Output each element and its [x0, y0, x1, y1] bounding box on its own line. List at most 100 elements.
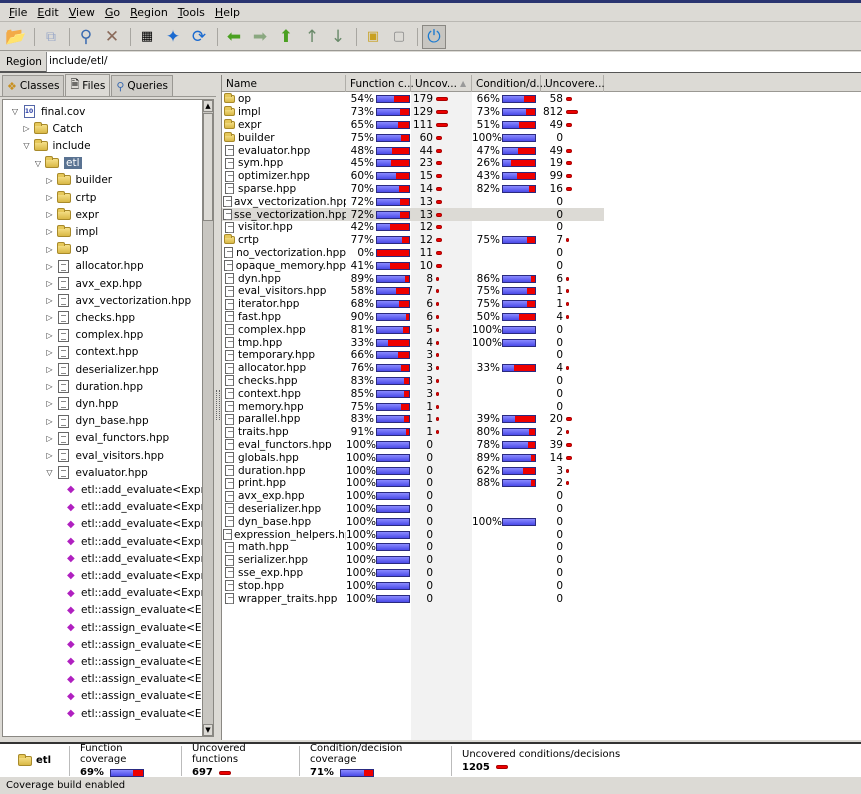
collapsed-arrow-icon[interactable]: ▷	[44, 227, 56, 236]
file-tree[interactable]: ▽ 10 final.cov ▷ Catch ▽ include ▽ etl ▷ builder ▷ c…	[2, 99, 214, 737]
collapsed-arrow-icon[interactable]: ▷	[44, 245, 56, 254]
collapsed-arrow-icon[interactable]: ▷	[44, 451, 56, 460]
tree-item[interactable]: ◆ etl::assign_evaluate<Exp	[55, 602, 213, 619]
column-header-uncovered-functions[interactable]: Uncov... ▲	[411, 75, 472, 92]
tree-item[interactable]: ▽ include	[21, 137, 91, 154]
tree-item[interactable]: ▷ duration.hpp	[44, 378, 143, 395]
table-row[interactable]: visitor.hpp 42% 12 0	[222, 221, 604, 234]
table-row[interactable]: expr 65% 111 51% 49	[222, 118, 604, 132]
table-row[interactable]: print.hpp 100% 0 88% 2	[222, 477, 604, 490]
region-input[interactable]: include/etl/	[45, 51, 861, 72]
tree-item[interactable]: ▽ evaluator.hpp	[44, 464, 148, 481]
table-row[interactable]: globals.hpp 100% 0 89% 14	[222, 451, 604, 464]
column-header-function-coverage[interactable]: Function c...	[346, 75, 414, 92]
table-row[interactable]: sparse.hpp 70% 14 82% 16	[222, 183, 604, 196]
expanded-arrow-icon[interactable]: ▽	[21, 141, 33, 150]
tab-files[interactable]: 🗎 Files	[65, 74, 111, 96]
scroll-down-arrow[interactable]: ▼	[203, 724, 213, 736]
menu-view[interactable]: View	[64, 6, 100, 19]
table-row[interactable]: context.hpp 85% 3 0	[222, 387, 604, 400]
tree-item[interactable]: ◆ etl::assign_evaluate<Exp	[55, 705, 213, 722]
tree-item[interactable]: ◆ etl::assign_evaluate<Exp	[55, 619, 213, 636]
menu-edit[interactable]: Edit	[32, 6, 63, 19]
table-row[interactable]: sym.hpp 45% 23 26% 19	[222, 157, 604, 170]
table-row[interactable]: wrapper_traits.hpp 100% 0 0	[222, 592, 604, 605]
coverage-power-icon[interactable]: ⏻	[422, 24, 446, 49]
table-row[interactable]: dyn_base.hpp 100% 0 100% 0	[222, 515, 604, 528]
table-row[interactable]: deserializer.hpp 100% 0 0	[222, 503, 604, 516]
menu-tools[interactable]: Tools	[173, 6, 210, 19]
scroll-thumb[interactable]	[203, 113, 213, 221]
tree-item[interactable]: ◆ etl::assign_evaluate<Exp	[55, 653, 213, 670]
refresh-icon[interactable]: ⟳	[187, 25, 211, 49]
table-row[interactable]: op 54% 179 66% 58	[222, 93, 604, 106]
copy-icon[interactable]: ⧉	[39, 25, 63, 49]
table-row[interactable]: eval_functors.hpp 100% 0 78% 39	[222, 439, 604, 452]
collapsed-arrow-icon[interactable]: ▷	[44, 296, 56, 305]
tree-item[interactable]: ▷ impl	[44, 223, 98, 240]
collapsed-arrow-icon[interactable]: ▷	[44, 313, 56, 322]
column-header-uncovered-conditions[interactable]: Uncovere...	[541, 75, 605, 92]
expanded-arrow-icon[interactable]: ▽	[32, 159, 44, 168]
back-icon[interactable]: ⬅	[222, 25, 246, 49]
find-icon[interactable]: ⚲	[74, 25, 98, 49]
tab-queries[interactable]: ⚲ Queries	[111, 75, 173, 96]
collapsed-arrow-icon[interactable]: ▷	[44, 279, 56, 288]
table-row[interactable]: parallel.hpp 83% 1 39% 20	[222, 413, 604, 426]
region-exclude-icon[interactable]: ▢	[387, 25, 411, 49]
tree-item[interactable]: ▷ allocator.hpp	[44, 258, 144, 275]
previous-uncovered-icon[interactable]: ↑	[300, 25, 324, 49]
table-row[interactable]: iterator.hpp 68% 6 75% 1	[222, 298, 604, 311]
collapsed-arrow-icon[interactable]: ▷	[44, 348, 56, 357]
open-icon[interactable]: 📂	[4, 25, 28, 49]
collapsed-arrow-icon[interactable]: ▷	[44, 434, 56, 443]
tree-item[interactable]: ▷ eval_visitors.hpp	[44, 447, 164, 464]
table-row[interactable]: duration.hpp 100% 0 62% 3	[222, 464, 604, 477]
tree-item[interactable]: ▷ context.hpp	[44, 344, 138, 361]
tree-item[interactable]: ▷ complex.hpp	[44, 327, 143, 344]
table-row[interactable]: avx_exp.hpp 100% 0 0	[222, 490, 604, 503]
column-header-name[interactable]: Name	[222, 75, 346, 92]
table-row[interactable]: fast.hpp 90% 6 50% 4	[222, 311, 604, 324]
table-row[interactable]: sse_exp.hpp 100% 0 0	[222, 567, 604, 580]
column-header-condition-coverage[interactable]: Condition/d...	[472, 75, 546, 92]
up-icon[interactable]: ⬆	[274, 25, 298, 49]
tree-item[interactable]: ◆ etl::add_evaluate<Expr,F	[55, 481, 213, 498]
table-row[interactable]: crtp 77% 12 75% 7	[222, 234, 604, 247]
collapsed-arrow-icon[interactable]: ▷	[44, 193, 56, 202]
tab-classes[interactable]: ❖ Classes	[2, 75, 65, 96]
table-row[interactable]: evaluator.hpp 48% 44 47% 49	[222, 144, 604, 157]
tree-item[interactable]: ◆ etl::add_evaluate<Expr,F	[55, 585, 213, 602]
menu-region[interactable]: Region	[125, 6, 173, 19]
tree-item[interactable]: ▷ deserializer.hpp	[44, 361, 159, 378]
tree-item[interactable]: ▷ dyn.hpp	[44, 395, 118, 412]
table-row[interactable]: serializer.hpp 100% 0 0	[222, 554, 604, 567]
menu-go[interactable]: Go	[100, 6, 125, 19]
next-uncovered-icon[interactable]: ↓	[326, 25, 350, 49]
pin-icon[interactable]: ✦	[161, 25, 185, 49]
tree-item[interactable]: ◆ etl::assign_evaluate<Exp	[55, 671, 213, 688]
tree-item[interactable]: ◆ etl::add_evaluate<Expr,F	[55, 516, 213, 533]
tree-item[interactable]: ▷ checks.hpp	[44, 309, 135, 326]
table-row[interactable]: traits.hpp 91% 1 80% 2	[222, 426, 604, 439]
tree-item[interactable]: ▷ dyn_base.hpp	[44, 413, 149, 430]
expanded-arrow-icon[interactable]: ▽	[44, 468, 56, 477]
collapsed-arrow-icon[interactable]: ▷	[44, 399, 56, 408]
table-row[interactable]: builder 75% 60 100% 0	[222, 131, 604, 144]
panel-splitter[interactable]	[216, 390, 220, 420]
table-row[interactable]: stop.hpp 100% 0 0	[222, 579, 604, 592]
table-row[interactable]: dyn.hpp 89% 8 86% 6	[222, 272, 604, 285]
table-row[interactable]: allocator.hpp 76% 3 33% 4	[222, 362, 604, 375]
tree-item[interactable]: ▽ etl	[32, 155, 82, 172]
table-row[interactable]: avx_vectorization.hpp 72% 13 0	[222, 195, 604, 208]
table-row[interactable]: impl 73% 129 73% 812	[222, 106, 604, 119]
tree-item[interactable]: ▷ builder	[44, 172, 112, 189]
expanded-arrow-icon[interactable]: ▽	[9, 107, 21, 116]
tree-item[interactable]: ▷ avx_vectorization.hpp	[44, 292, 191, 309]
menu-file[interactable]: File	[4, 6, 32, 19]
tree-item[interactable]: ◆ etl::assign_evaluate<Exp	[55, 636, 213, 653]
collapsed-arrow-icon[interactable]: ▷	[44, 176, 56, 185]
tree-scrollbar[interactable]: ▲ ▼	[202, 99, 214, 737]
tree-item[interactable]: ▷ expr	[44, 206, 99, 223]
collapsed-arrow-icon[interactable]: ▷	[44, 365, 56, 374]
